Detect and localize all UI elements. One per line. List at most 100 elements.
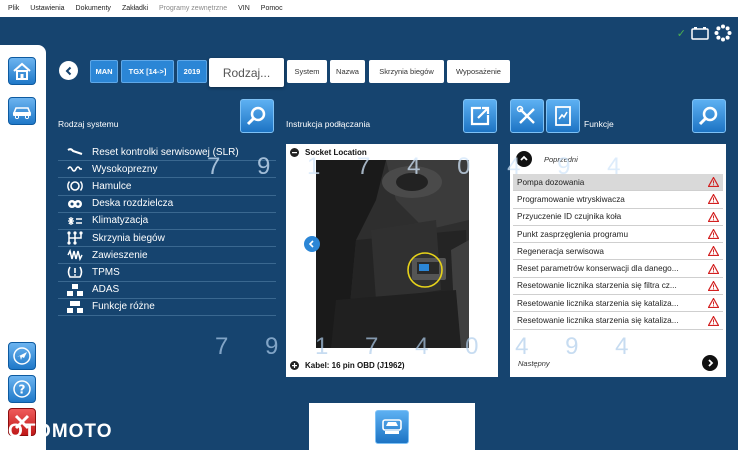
previous-photo-button[interactable]	[304, 236, 320, 252]
report-chart-icon	[555, 106, 571, 126]
breadcrumb-make[interactable]: MAN	[90, 60, 118, 83]
system-type-title: Rodzaj systemu	[58, 119, 119, 129]
external-link-icon	[470, 106, 490, 126]
list-item-label: Skrzynia biegów	[92, 232, 165, 244]
function-label: Przyuczenie ID czujnika koła	[517, 212, 622, 222]
question-icon: ?	[13, 380, 31, 398]
warning-icon	[708, 177, 719, 188]
list-item-label: Zawieszenie	[92, 249, 148, 261]
tpms-icon	[64, 265, 86, 279]
airplane-icon	[13, 347, 31, 365]
chevron-left-icon	[65, 66, 71, 75]
open-external-button[interactable]	[463, 99, 497, 133]
function-label: Reset parametrów konserwacji dla danego.…	[517, 264, 679, 274]
instructions-title: Instrukcja podłączania	[286, 119, 371, 129]
flight-mode-button[interactable]	[8, 342, 36, 370]
list-item[interactable]: Funkcje różne	[58, 299, 276, 316]
climate-icon	[64, 215, 86, 227]
menu-item-bookmarks[interactable]: Zakładki	[122, 5, 148, 12]
battery-icon	[691, 27, 709, 40]
socket-location-photo	[316, 160, 469, 348]
left-sidebar: ?	[0, 45, 46, 450]
wrench-icon	[64, 147, 86, 157]
search-icon	[698, 106, 718, 126]
svg-text:?: ?	[19, 383, 26, 397]
list-item[interactable]: Resetowanie licznika starzenia się katal…	[513, 312, 723, 330]
help-button[interactable]: ?	[8, 375, 36, 403]
status-icons: ✓	[677, 24, 732, 42]
list-item[interactable]: Regeneracja serwisowa	[513, 243, 723, 261]
dashboard-icon	[64, 198, 86, 210]
function-label: Resetowanie licznika starzenia się filtr…	[517, 281, 677, 291]
list-item-label: Deska rozdzielcza	[92, 198, 174, 210]
adas-icon	[64, 283, 86, 296]
arrow-right-circle-icon	[702, 355, 718, 371]
list-item-label: Funkcje różne	[92, 301, 155, 313]
search-icon	[246, 106, 266, 126]
vehicle-diagnostics-button[interactable]	[8, 97, 36, 125]
menu-item-documents[interactable]: Dokumenty	[76, 5, 111, 12]
home-icon	[13, 62, 31, 80]
tab-name[interactable]: Nazwa	[330, 60, 365, 83]
list-item[interactable]: Programowanie wtryskiwacza	[513, 191, 723, 209]
warning-icon	[708, 246, 719, 257]
warning-icon	[708, 280, 719, 291]
vehicle-connect-button[interactable]	[375, 410, 409, 444]
brake-icon	[64, 179, 86, 193]
chevron-left-icon	[308, 240, 314, 248]
breadcrumb-year[interactable]: 2019	[177, 60, 207, 83]
menu-item-settings[interactable]: Ustawienia	[30, 5, 64, 12]
list-item[interactable]: Resetowanie licznika starzenia się filtr…	[513, 278, 723, 296]
function-label: Punkt zasprzęglenia programu	[517, 229, 629, 239]
otomoto-logo: OTOMOTO	[8, 421, 113, 442]
functions-title: Funkcje	[584, 119, 614, 129]
tools-button[interactable]	[510, 99, 544, 133]
menu-bar: Plik Ustawienia Dokumenty Zakładki Progr…	[0, 0, 738, 17]
list-item[interactable]: ADAS	[58, 282, 276, 299]
system-search-button[interactable]	[240, 99, 274, 133]
menu-item-help[interactable]: Pomoc	[261, 5, 283, 12]
car-icon	[382, 419, 402, 434]
tools-icon	[516, 105, 535, 124]
tab-equipment[interactable]: Wyposażenie	[447, 60, 510, 83]
list-item[interactable]: Klimatyzacja	[58, 213, 276, 230]
function-label: Resetowanie licznika starzenia się katal…	[517, 298, 679, 308]
list-item[interactable]: Deska rozdzielcza	[58, 196, 276, 213]
menu-item-file[interactable]: Plik	[8, 5, 19, 12]
list-item[interactable]: TPMS	[58, 264, 276, 282]
function-label: Resetowanie licznika starzenia się katal…	[517, 316, 679, 326]
list-item-label: Klimatyzacja	[92, 215, 149, 227]
tab-gearbox[interactable]: Skrzynia biegów	[369, 60, 444, 83]
menu-item-vin[interactable]: VIN	[238, 5, 250, 12]
breadcrumb-active-type[interactable]: Rodzaj...	[209, 58, 284, 87]
tab-system[interactable]: System	[287, 60, 327, 83]
functions-list: Pompa dozowania Programowanie wtryskiwac…	[510, 174, 726, 330]
list-item[interactable]: Skrzynia biegów	[58, 230, 276, 248]
list-item-label: Wysokoprezny	[92, 163, 158, 175]
list-item[interactable]: Punkt zasprzęglenia programu	[513, 226, 723, 244]
menu-item-external-programs: Programy zewnętrzne	[159, 5, 228, 12]
home-button[interactable]	[8, 57, 36, 85]
function-label: Regeneracja serwisowa	[517, 246, 604, 256]
list-item[interactable]: Resetowanie licznika starzenia się katal…	[513, 295, 723, 313]
diagnostic-report-button[interactable]	[546, 99, 580, 133]
functions-search-button[interactable]	[692, 99, 726, 133]
warning-icon	[708, 298, 719, 309]
breadcrumb-model[interactable]: TGX [14->]	[121, 60, 174, 83]
warning-icon	[708, 229, 719, 240]
list-item[interactable]: Reset parametrów konserwacji dla danego.…	[513, 260, 723, 278]
back-button[interactable]	[59, 61, 78, 80]
misc-functions-icon	[64, 300, 86, 313]
list-item[interactable]: Przyuczenie ID czujnika koła	[513, 209, 723, 226]
glow-plug-icon	[64, 164, 86, 174]
list-item[interactable]: Zawieszenie	[58, 247, 276, 265]
watermark-number-bottom: 7 9 1 7 4 0 4 9 4	[215, 333, 644, 360]
bottom-action-panel	[309, 403, 475, 450]
watermark-number-top: 7 9 1 7 4 0 4 9 4	[207, 153, 636, 180]
list-item-label: ADAS	[92, 284, 120, 296]
loading-spinner-icon	[714, 24, 732, 42]
gearbox-icon	[64, 231, 86, 245]
check-icon: ✓	[676, 27, 686, 40]
warning-icon	[708, 194, 719, 205]
list-item-label: TPMS	[92, 266, 120, 278]
